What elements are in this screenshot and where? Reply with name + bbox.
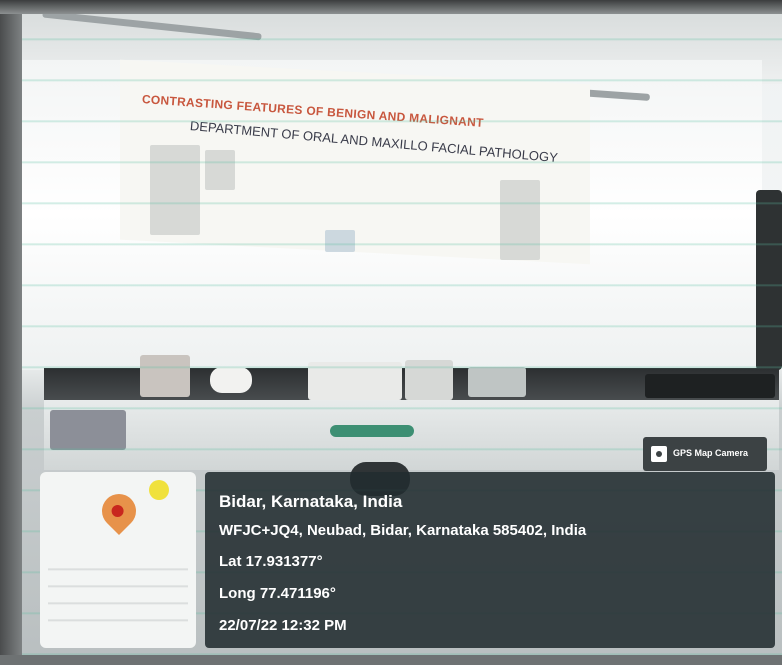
counter-items	[50, 410, 126, 450]
photo-frame-top	[0, 0, 782, 14]
camera-icon	[651, 446, 667, 462]
lab-device	[210, 367, 252, 393]
gps-badge-label: GPS Map Camera	[673, 448, 749, 458]
lab-device	[140, 355, 190, 397]
poster-illustration	[150, 145, 200, 235]
location-pin-icon	[94, 486, 144, 536]
hanging-cable	[756, 190, 782, 370]
lab-device	[405, 360, 453, 400]
timestamp: 22/07/22 12:32 PM	[219, 617, 347, 634]
map-thumbnail	[40, 472, 196, 648]
address-line: WFJC+JQ4, Neubad, Bidar, Karnataka 58540…	[219, 522, 587, 539]
photo-frame-bottom	[0, 655, 782, 665]
lab-device	[645, 374, 775, 398]
lab-photo: CONTRASTING FEATURES OF BENIGN AND MALIG…	[0, 0, 782, 665]
poster-illustration	[325, 230, 355, 252]
map-roads	[48, 554, 188, 634]
lab-device	[468, 367, 526, 397]
latitude: Lat 17.931377°	[219, 553, 323, 570]
poster-illustration	[500, 180, 540, 260]
place-name: Bidar, Karnataka, India	[219, 492, 403, 511]
sun-marker-icon	[149, 480, 169, 500]
counter-items	[330, 425, 414, 437]
gps-map-camera-badge: GPS Map Camera	[643, 437, 767, 471]
photo-frame-left	[0, 0, 22, 665]
poster-illustration	[205, 150, 235, 190]
longitude: Long 77.471196°	[219, 585, 336, 602]
location-info-panel: Bidar, Karnataka, India WFJC+JQ4, Neubad…	[205, 472, 775, 648]
lab-device	[308, 362, 402, 400]
